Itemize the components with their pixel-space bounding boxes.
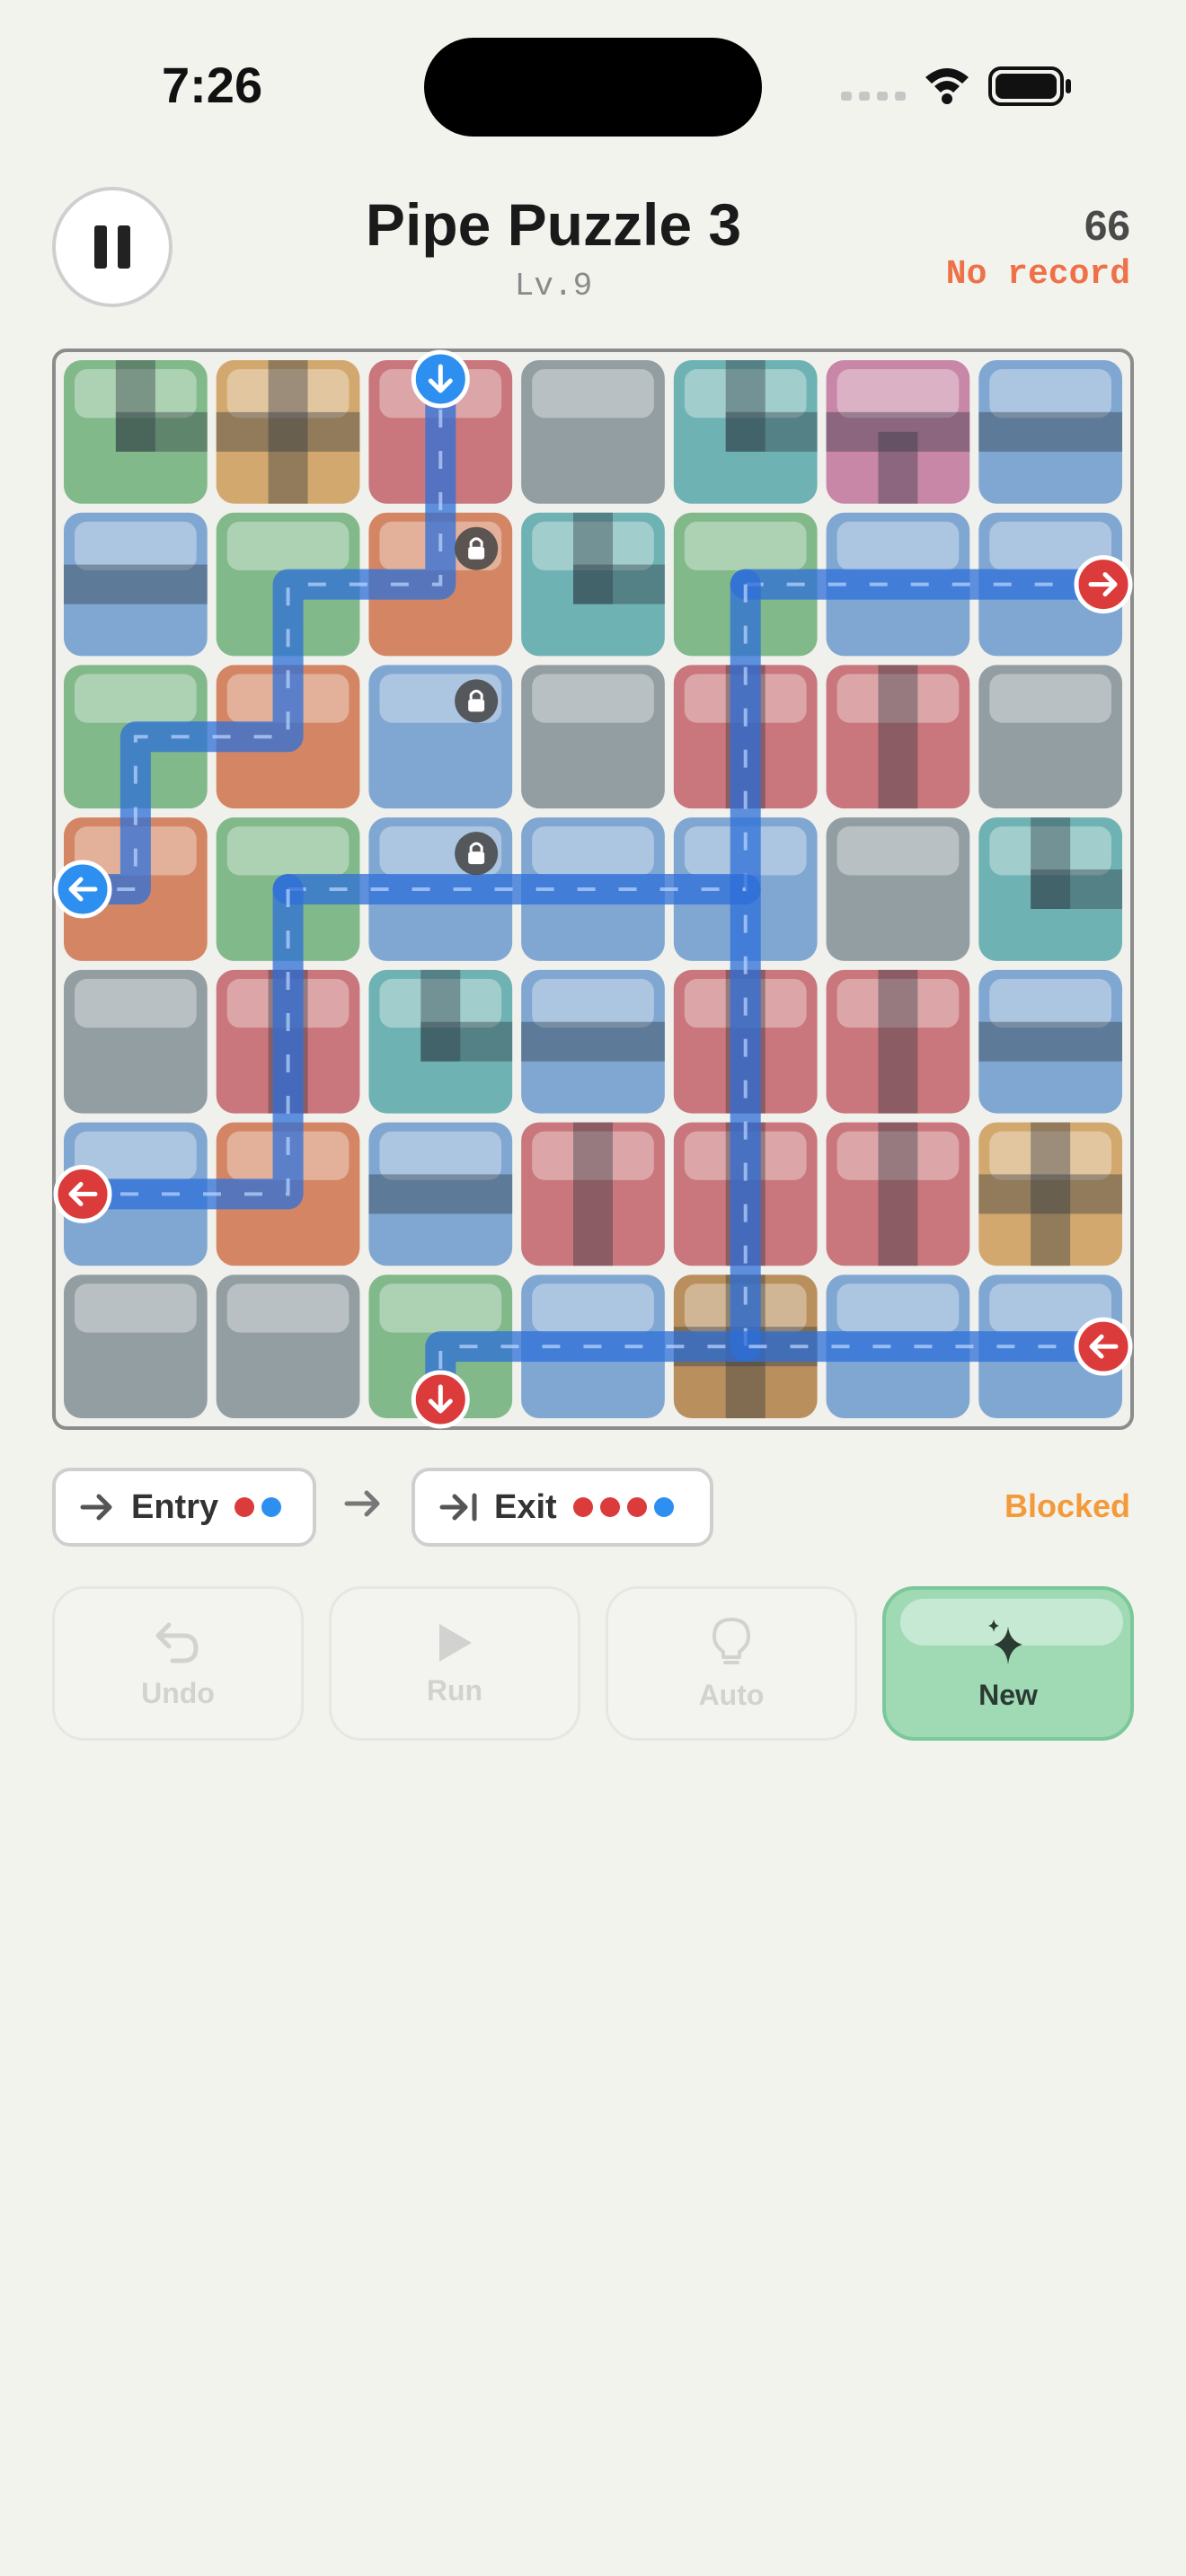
red-dot [235, 1497, 255, 1517]
marker-entry-left [53, 860, 112, 919]
pipe-channel [521, 1021, 665, 1062]
exit-arrow-icon [439, 1493, 477, 1522]
entry-dots [235, 1497, 282, 1517]
exit-label: Exit [494, 1487, 557, 1526]
pipe-channel [978, 411, 1122, 452]
pipe-channel [725, 411, 818, 452]
pipe-channel [368, 1174, 513, 1214]
red-dot [599, 1497, 620, 1517]
red-dot [572, 1497, 593, 1517]
marker-exit-right-2 [1074, 1317, 1133, 1376]
blue-dot [653, 1497, 674, 1517]
tile-gloss [379, 1131, 502, 1180]
marker-exit-bottom [411, 1370, 470, 1429]
pipe-channel [878, 969, 918, 1114]
pipe-tile[interactable] [521, 360, 665, 504]
pipe-tile[interactable] [521, 665, 665, 809]
exit-chip: Exit [412, 1468, 713, 1547]
tile-gloss [989, 978, 1111, 1028]
pipe-channel [878, 1122, 918, 1266]
blue-dot [261, 1497, 282, 1517]
level-label: Lv.9 [514, 268, 593, 304]
pipe-channel [1031, 869, 1122, 909]
lock-icon [455, 526, 499, 570]
new-label: New [978, 1678, 1038, 1711]
tile-gloss [75, 521, 197, 571]
pipe-channel [878, 665, 918, 809]
signal-icon [841, 92, 906, 101]
flow-arrow-icon [344, 1490, 380, 1517]
tile-gloss [532, 826, 654, 876]
sparkles-icon [988, 1619, 1022, 1664]
pipe-tile[interactable] [64, 1275, 208, 1418]
lock-icon [455, 679, 499, 723]
undo-icon [155, 1622, 199, 1663]
tile-gloss [684, 521, 807, 571]
pipe-channel [1031, 1122, 1071, 1266]
score-value: 66 [1084, 202, 1130, 249]
battery-icon [988, 66, 1071, 106]
lock-icon [455, 832, 499, 876]
status-time: 7:26 [162, 57, 263, 113]
entry-chip: Entry [52, 1468, 316, 1547]
pipe-channel [878, 431, 918, 504]
tile-gloss [226, 826, 350, 876]
tile-gloss [75, 978, 197, 1028]
status-badge: Blocked [1004, 1487, 1130, 1524]
pipe-tile[interactable] [826, 817, 970, 961]
pipe-channel [64, 564, 208, 604]
record-label: No record [945, 255, 1130, 294]
undo-label: Undo [141, 1676, 215, 1709]
red-dot [626, 1497, 647, 1517]
arrow-right-icon [80, 1494, 112, 1521]
marker-exit-left [53, 1164, 112, 1223]
pipe-channel [978, 1021, 1122, 1062]
marker-exit-right-1 [1074, 555, 1133, 614]
pipe-channel [573, 564, 665, 604]
tile-gloss [226, 1284, 350, 1333]
run-label: Run [426, 1673, 483, 1707]
pipe-tile[interactable] [216, 1275, 360, 1418]
auto-label: Auto [698, 1678, 765, 1711]
page-title: Pipe Puzzle 3 [365, 191, 742, 258]
tile-gloss [532, 978, 654, 1028]
marker-entry-top [411, 349, 470, 409]
tile-gloss [532, 674, 654, 723]
dynamic-island [424, 38, 762, 137]
tile-gloss [532, 1284, 654, 1333]
tile-gloss [75, 674, 197, 723]
tile-gloss [836, 1284, 960, 1333]
pipe-channel [420, 1021, 513, 1062]
exit-dots [572, 1497, 674, 1517]
puzzle-board[interactable] [52, 348, 1134, 1430]
pipe-channel [115, 411, 208, 452]
tile-gloss [989, 674, 1111, 723]
status-icons [836, 59, 1087, 113]
tile-gloss [532, 369, 654, 419]
tile-gloss [836, 826, 960, 876]
tile-gloss [836, 521, 960, 571]
tile-gloss [379, 1284, 502, 1333]
wifi-icon [925, 68, 969, 104]
pipe-channel [573, 1122, 613, 1266]
new-button[interactable]: New [882, 1586, 1134, 1741]
pipe-channel [268, 360, 308, 504]
lightbulb-icon [712, 1617, 750, 1664]
tile-gloss [226, 521, 350, 571]
auto-button[interactable]: Auto [606, 1586, 857, 1741]
entry-label: Entry [131, 1487, 219, 1526]
tile-gloss [836, 369, 960, 419]
play-icon [439, 1623, 472, 1662]
pipe-tile[interactable] [64, 969, 208, 1114]
tile-gloss [75, 1284, 197, 1333]
run-button[interactable]: Run [329, 1586, 580, 1741]
tile-gloss [989, 369, 1111, 419]
pipe-tile[interactable] [978, 665, 1122, 809]
undo-button[interactable]: Undo [52, 1586, 304, 1741]
